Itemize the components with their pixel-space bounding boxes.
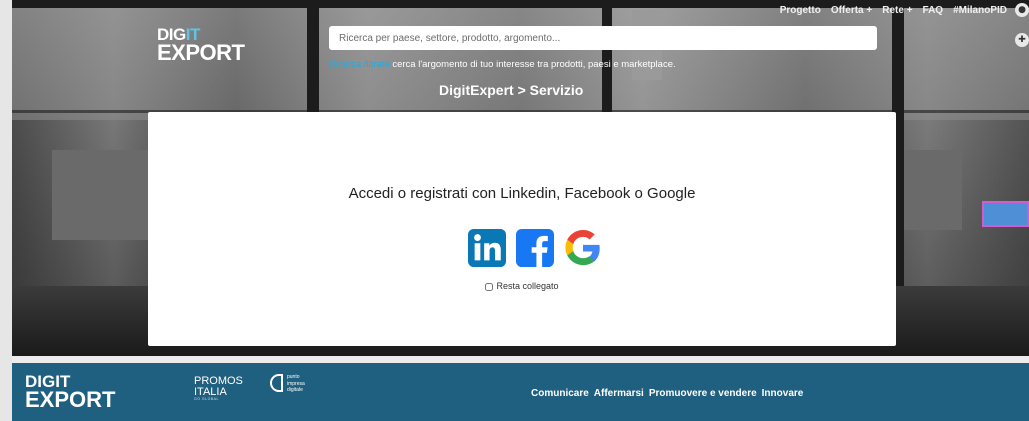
nav-item-faq[interactable]: FAQ (923, 5, 944, 16)
login-card: Accedi o registrati con Linkedin, Facebo… (148, 112, 896, 346)
remember-me: Resta collegato (148, 281, 896, 291)
google-icon[interactable] (564, 229, 602, 267)
share-icon[interactable]: ✚ (1015, 33, 1029, 47)
footer-link-affermarsi[interactable]: Affermarsi (594, 388, 644, 399)
nav-item-offerta[interactable]: Offerta + (831, 5, 872, 16)
side-tab-button[interactable] (982, 201, 1029, 227)
social-login-buttons (468, 229, 602, 267)
linkedin-icon[interactable] (468, 229, 506, 267)
promos-italia-logo[interactable]: PROMOS ITALIA GO GLOBAL (194, 376, 243, 402)
nav-item-progetto[interactable]: Progetto (780, 5, 821, 16)
footer-link-comunicare[interactable]: Comunicare (531, 388, 589, 399)
punto-impresa-digitale-logo[interactable]: punto impresa digitale (270, 374, 305, 394)
footer-link-innovare[interactable]: Innovare (762, 388, 804, 399)
side-icon-bar: ● ✚ (1015, 3, 1029, 63)
footer-navigation: Comunicare Affermarsi Promuovere e vende… (531, 388, 803, 399)
filtered-search-link[interactable]: Ricerca filtrata (329, 59, 390, 70)
nav-item-milanopid[interactable]: #MilanoPID (953, 5, 1007, 16)
footer-link-promuovere-vendere[interactable]: Promuovere e vendere (649, 388, 757, 399)
footer-digitexport-logo[interactable]: DIGIT EXPORT (25, 373, 115, 411)
facebook-icon[interactable] (516, 229, 554, 267)
nav-item-rete[interactable]: Rete + (882, 5, 912, 16)
breadcrumb: DigitExpert > Servizio (439, 82, 584, 98)
pid-mark-icon (270, 374, 283, 392)
remember-me-checkbox[interactable] (485, 282, 494, 291)
footer: DIGIT EXPORT PROMOS ITALIA GO GLOBAL pun… (12, 363, 1029, 421)
login-title: Accedi o registrati con Linkedin, Facebo… (348, 185, 696, 202)
page-gutter (0, 0, 12, 421)
search-input[interactable] (329, 26, 877, 50)
search-hint: Ricerca filtrata cerca l'argomento di tu… (329, 59, 676, 70)
user-icon[interactable]: ● (1015, 3, 1029, 17)
digitexport-logo[interactable]: DIGIT EXPORT (157, 26, 245, 64)
top-navigation: Progetto Offerta + Rete + FAQ #MilanoPID (780, 5, 1007, 16)
